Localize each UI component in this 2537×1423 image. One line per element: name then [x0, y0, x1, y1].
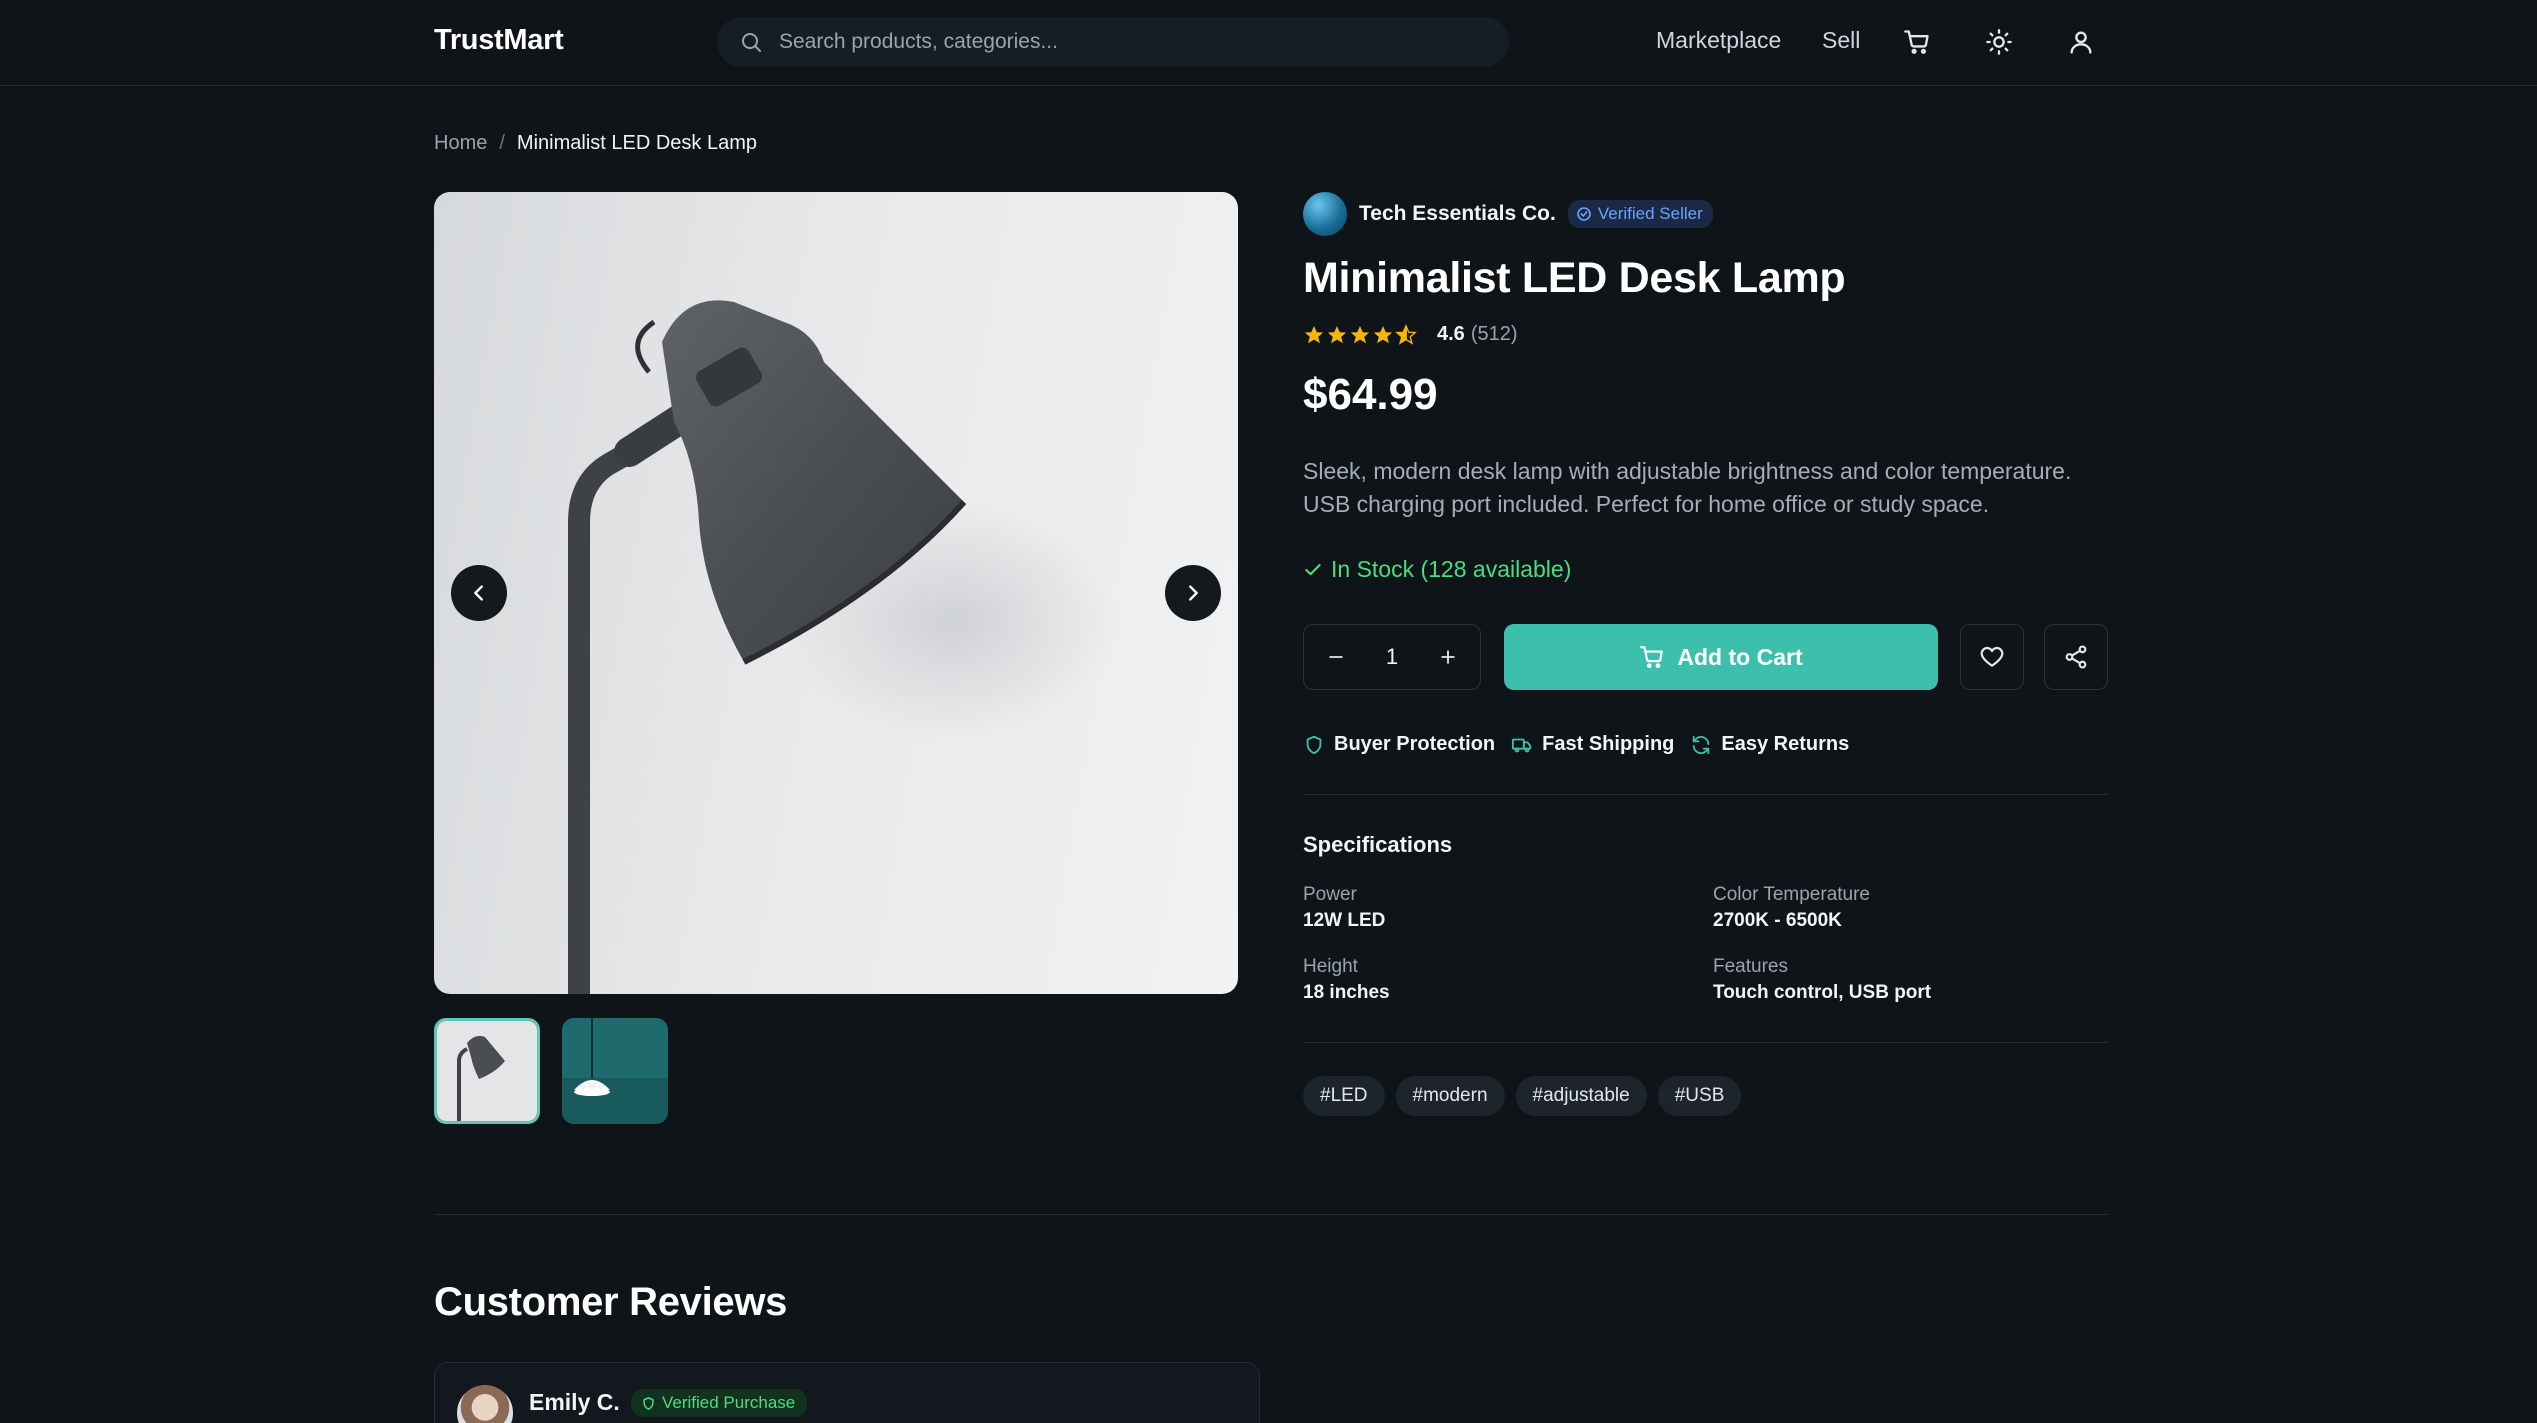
rating-stars [1303, 323, 1417, 346]
cart-icon[interactable] [1900, 25, 1934, 59]
stock-status: In Stock (128 available) [1303, 556, 1571, 583]
verified-seller-badge: Verified Seller [1567, 200, 1713, 228]
verified-seller-label: Verified Seller [1597, 204, 1703, 223]
quantity-decrease-button[interactable] [1322, 643, 1350, 671]
star-icon [1304, 325, 1324, 343]
rating-value: 4.6 [1437, 323, 1465, 345]
spec-features: Features Touch control, USB port [1713, 956, 1931, 1004]
nav-sell[interactable]: Sell [1822, 27, 1860, 54]
seller-avatar[interactable] [1303, 192, 1347, 236]
search-bar[interactable] [717, 17, 1509, 67]
tag-chip[interactable]: #modern [1395, 1076, 1505, 1116]
thumbnail-2[interactable] [562, 1018, 668, 1124]
share-icon [2065, 645, 2087, 669]
star-icon [1373, 325, 1393, 343]
minus-icon [1329, 656, 1343, 658]
star-icon [1327, 325, 1347, 343]
feature-buyer-protection: Buyer Protection [1303, 733, 1495, 756]
wishlist-button[interactable] [1960, 624, 2024, 690]
specifications-title: Specifications [1303, 832, 1453, 857]
divider [1303, 794, 2108, 795]
carousel-next-button[interactable] [1165, 565, 1221, 621]
search-icon [742, 33, 761, 52]
seller-info: Tech Essentials Co. Verified Seller [1303, 192, 1713, 236]
spec-height: Height 18 inches [1303, 956, 1390, 1004]
spec-color-temperature: Color Temperature 2700K - 6500K [1713, 884, 1870, 932]
product-main-image [434, 192, 1238, 994]
heart-icon [1980, 646, 2004, 667]
feature-label: Easy Returns [1721, 733, 1850, 755]
thumbnail-1[interactable] [434, 1018, 540, 1124]
tag-chip[interactable]: #LED [1303, 1076, 1385, 1116]
add-to-cart-button[interactable]: Add to Cart [1504, 624, 1938, 690]
spec-value: 18 inches [1303, 982, 1390, 1003]
feature-fast-shipping: Fast Shipping [1511, 733, 1674, 756]
breadcrumb: Home / Minimalist LED Desk Lamp [434, 132, 757, 155]
search-input[interactable] [779, 30, 1479, 54]
stock-text: In Stock (128 available) [1331, 556, 1572, 582]
tag-list: #LED #modern #adjustable #USB [1303, 1076, 1742, 1116]
user-icon[interactable] [2064, 25, 2098, 59]
logo[interactable]: TrustMart [434, 24, 564, 57]
truck-icon [1512, 738, 1532, 752]
reviewer-name: Emily C. [529, 1389, 620, 1415]
sun-icon[interactable] [1982, 25, 2016, 59]
quantity-value[interactable]: 1 [1386, 644, 1398, 670]
seller-name[interactable]: Tech Essentials Co. [1359, 202, 1556, 226]
plus-icon [1441, 650, 1455, 664]
chevron-left-icon [474, 585, 483, 601]
verified-purchase-label: Verified Purchase [662, 1393, 796, 1412]
feature-label: Fast Shipping [1542, 733, 1675, 755]
lamp-photo [568, 300, 1124, 994]
verified-purchase-badge: Verified Purchase [631, 1389, 808, 1417]
tag-chip[interactable]: #adjustable [1515, 1076, 1647, 1116]
review-card: Emily C. Verified Purchase [434, 1362, 1260, 1423]
spec-label: Color Temperature [1713, 884, 1871, 905]
chevron-right-icon [1189, 585, 1198, 601]
top-header: TrustMart Marketplace Sell [0, 0, 2537, 86]
nav-marketplace[interactable]: Marketplace [1656, 27, 1781, 54]
feature-list: Buyer Protection Fast Shipping Easy Retu… [1303, 733, 1865, 756]
refresh-icon [1693, 735, 1710, 754]
product-description: Sleek, modern desk lamp with adjustable … [1303, 458, 2072, 517]
feature-label: Buyer Protection [1334, 733, 1496, 755]
star-half-icon [1395, 323, 1417, 345]
check-icon [1305, 563, 1321, 575]
spec-power: Power 12W LED [1303, 884, 1385, 932]
spec-value: 2700K - 6500K [1713, 910, 1842, 931]
check-circle-icon [1577, 207, 1591, 221]
rating-count[interactable]: (512) [1471, 323, 1518, 346]
reviewer-avatar [457, 1385, 513, 1423]
breadcrumb-current: Minimalist LED Desk Lamp [516, 132, 757, 154]
spec-value: 12W LED [1303, 910, 1386, 931]
shield-icon [1306, 735, 1322, 754]
divider [1303, 1042, 2108, 1043]
breadcrumb-home[interactable]: Home [434, 132, 487, 155]
product-rating: 4.6 (512) [1303, 323, 1518, 346]
product-title: Minimalist LED Desk Lamp [1303, 254, 1846, 302]
share-button[interactable] [2044, 624, 2108, 690]
quantity-increase-button[interactable] [1434, 643, 1462, 671]
quantity-stepper: 1 [1303, 624, 1481, 690]
add-to-cart-label: Add to Cart [1677, 643, 1803, 670]
carousel-prev-button[interactable] [451, 565, 507, 621]
breadcrumb-separator: / [499, 132, 505, 154]
spec-value: Touch control, USB port [1713, 982, 1932, 1003]
reviews-title: Customer Reviews [434, 1280, 788, 1324]
section-divider [434, 1214, 2108, 1215]
spec-label: Power [1303, 884, 1357, 905]
spec-label: Height [1303, 956, 1358, 977]
feature-easy-returns: Easy Returns [1690, 733, 1849, 756]
thumbnail-pendant-image [562, 1018, 668, 1124]
star-icon [1350, 325, 1370, 343]
cart-icon [1640, 646, 1664, 669]
product-price: $64.99 [1303, 370, 1438, 419]
tag-chip[interactable]: #USB [1657, 1076, 1742, 1116]
spec-label: Features [1713, 956, 1788, 977]
shield-icon [643, 1396, 654, 1410]
thumbnail-lamp-image [437, 1021, 537, 1121]
